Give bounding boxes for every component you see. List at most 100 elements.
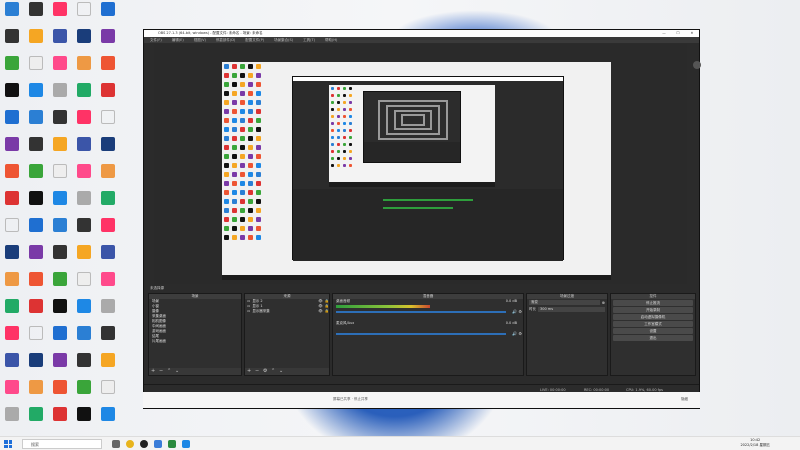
desktop-icon[interactable] — [96, 245, 120, 271]
desktop-icon[interactable] — [0, 191, 24, 217]
desktop-icon[interactable] — [24, 164, 48, 190]
desktop-icon[interactable] — [96, 110, 120, 136]
remove-icon[interactable]: − — [159, 368, 163, 374]
desktop-icon[interactable] — [24, 326, 48, 352]
desktop-icon[interactable] — [48, 137, 72, 163]
menu-docks[interactable]: 停靠部件(D) — [216, 37, 235, 43]
desktop-icon[interactable] — [24, 2, 48, 28]
desktop-icon[interactable] — [24, 218, 48, 244]
close-button[interactable]: ✕ — [687, 30, 697, 37]
desktop-icon[interactable] — [24, 245, 48, 271]
move-up-icon[interactable]: ⌃ — [167, 368, 171, 374]
desktop-icon[interactable] — [48, 83, 72, 109]
desktop-icon[interactable] — [72, 245, 96, 271]
desktop-icon[interactable] — [0, 56, 24, 82]
gear-icon[interactable]: ⚙ — [518, 309, 522, 314]
desktop-icon[interactable] — [24, 137, 48, 163]
desktop-icon[interactable] — [0, 2, 24, 28]
desktop-icon[interactable] — [24, 299, 48, 325]
desktop-icon[interactable] — [48, 245, 72, 271]
duration-field[interactable]: 300 ms — [538, 307, 605, 312]
chrome-icon[interactable] — [126, 440, 134, 448]
desktop-icon[interactable] — [96, 407, 120, 433]
menu-profile[interactable]: 配置文件(P) — [245, 37, 264, 43]
transition-select[interactable]: 渐变 — [529, 300, 600, 305]
desktop-icon[interactable] — [24, 380, 48, 406]
desktop-icon[interactable] — [96, 380, 120, 406]
desktop-icon[interactable] — [0, 110, 24, 136]
desktop-icon[interactable] — [48, 380, 72, 406]
taskbar-search[interactable]: 搜索 — [22, 439, 102, 449]
move-down-icon[interactable]: ⌄ — [175, 368, 179, 374]
desktop-icon[interactable] — [96, 299, 120, 325]
desktop-icon[interactable] — [72, 272, 96, 298]
add-icon[interactable]: + — [151, 368, 155, 374]
desktop-icon[interactable] — [48, 164, 72, 190]
eye-icon[interactable]: 👁 — [318, 309, 322, 314]
menu-view[interactable]: 视图(V) — [194, 37, 206, 43]
desktop-icon[interactable] — [0, 272, 24, 298]
desktop-icon[interactable] — [96, 164, 120, 190]
menu-tools[interactable]: 工具(T) — [303, 37, 315, 43]
desktop-icon[interactable] — [48, 2, 72, 28]
menu-scene-collection[interactable]: 场景集合(S) — [274, 37, 293, 43]
desktop-icon[interactable] — [24, 110, 48, 136]
start-recording-button[interactable]: 开始录制 — [613, 307, 693, 313]
exit-button[interactable]: 退出 — [613, 335, 693, 341]
desktop-icon[interactable] — [0, 29, 24, 55]
desktop-icon[interactable] — [72, 110, 96, 136]
desktop-icon[interactable] — [72, 56, 96, 82]
desktop-icon[interactable] — [0, 353, 24, 379]
taskbar-clock[interactable]: 10:42 2022/2/18 星期五 — [740, 438, 770, 448]
lock-icon[interactable]: 🔒 — [325, 309, 329, 314]
gear-icon[interactable]: ⚙ — [518, 331, 522, 336]
desktop-icon[interactable] — [72, 407, 96, 433]
desktop-icon[interactable] — [24, 407, 48, 433]
desktop-icon[interactable] — [48, 218, 72, 244]
desktop-icon[interactable] — [48, 191, 72, 217]
stop-stream-button[interactable]: 停止推流 — [613, 300, 693, 306]
desktop-icon[interactable] — [48, 326, 72, 352]
move-up-icon[interactable]: ⌃ — [271, 368, 275, 374]
desktop-icon[interactable] — [72, 137, 96, 163]
desktop-icon[interactable] — [96, 272, 120, 298]
desktop-icon[interactable] — [0, 245, 24, 271]
gear-icon[interactable] — [693, 61, 701, 69]
desktop-icon[interactable] — [72, 83, 96, 109]
desktop-icon[interactable] — [96, 83, 120, 109]
preview-area[interactable] — [154, 44, 687, 284]
desktop-icon[interactable] — [72, 380, 96, 406]
desktop-icon[interactable] — [96, 218, 120, 244]
desktop-icon[interactable] — [0, 218, 24, 244]
desktop-icon[interactable] — [96, 137, 120, 163]
desktop-icon[interactable] — [24, 29, 48, 55]
desktop-icon[interactable] — [96, 2, 120, 28]
speaker-icon[interactable]: 🔊 — [512, 309, 517, 314]
desktop-icon[interactable] — [72, 29, 96, 55]
desktop-icon[interactable] — [48, 272, 72, 298]
desktop-icon[interactable] — [24, 272, 48, 298]
desktop-icon[interactable] — [72, 299, 96, 325]
menu-file[interactable]: 文件(F) — [150, 37, 162, 43]
menu-edit[interactable]: 编辑(E) — [172, 37, 184, 43]
task-view-icon[interactable] — [112, 440, 120, 448]
desktop-icon[interactable] — [48, 353, 72, 379]
studio-mode-button[interactable]: 工作室模式 — [613, 321, 693, 327]
app-taskbar-icon[interactable] — [168, 440, 176, 448]
move-down-icon[interactable]: ⌄ — [279, 368, 283, 374]
remove-source-icon[interactable]: − — [255, 368, 259, 374]
maximize-button[interactable]: ☐ — [673, 30, 683, 37]
menu-help[interactable]: 帮助(H) — [325, 37, 337, 43]
desktop-icon[interactable] — [0, 299, 24, 325]
app-taskbar-icon[interactable] — [182, 440, 190, 448]
minimize-button[interactable]: — — [659, 30, 669, 37]
desktop-icon[interactable] — [48, 299, 72, 325]
desktop-icon[interactable] — [72, 191, 96, 217]
obs-title-bar[interactable]: OBS 27.1.3 (64-bit, windows) - 配置文件: 未命名… — [144, 30, 699, 37]
virtual-camera-button[interactable]: 启动虚拟摄像机 — [613, 314, 693, 320]
scene-item[interactable]: 片尾画面 — [149, 339, 241, 344]
desktop-icon[interactable] — [48, 407, 72, 433]
windows-start-icon[interactable] — [4, 440, 12, 448]
desktop-icon[interactable] — [24, 191, 48, 217]
volume-slider[interactable] — [336, 311, 506, 313]
